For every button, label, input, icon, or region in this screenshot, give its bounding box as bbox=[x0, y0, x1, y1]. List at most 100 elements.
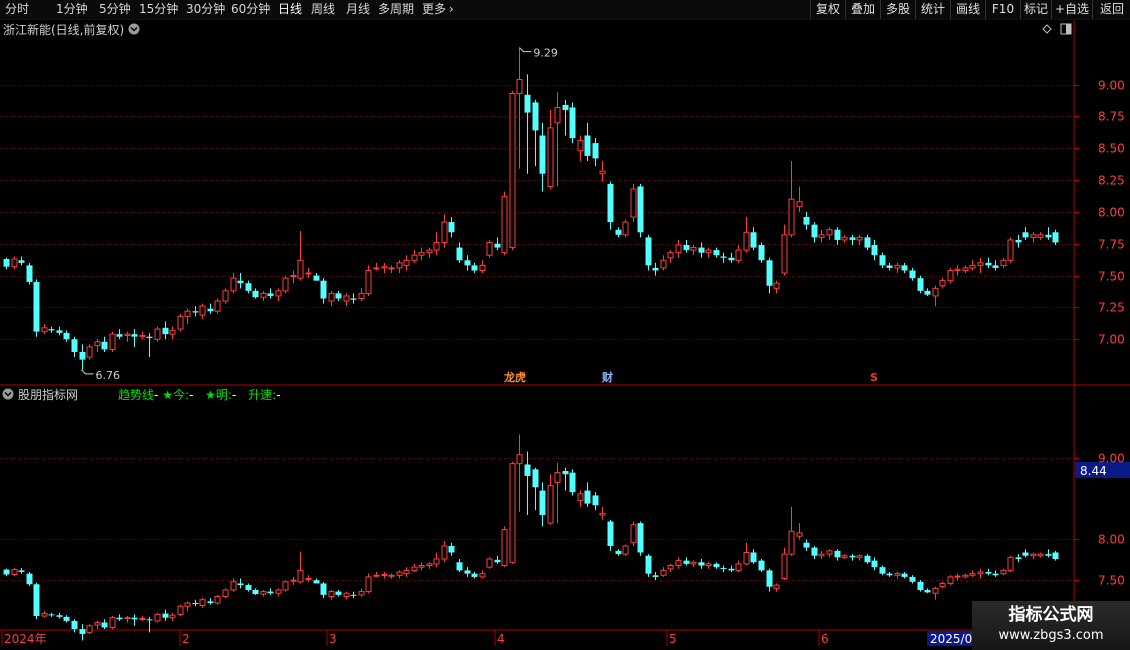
candle-body bbox=[63, 616, 70, 621]
indicator-candle bbox=[667, 563, 674, 573]
candle-body bbox=[456, 562, 463, 571]
main-candle bbox=[773, 280, 780, 294]
candle-body bbox=[630, 188, 637, 218]
f10-button[interactable]: F10 bbox=[985, 0, 1020, 19]
period-tab-60min[interactable]: 60分钟 bbox=[231, 0, 270, 19]
candle-body bbox=[841, 555, 848, 558]
main-candle bbox=[486, 239, 493, 258]
main-candle bbox=[720, 252, 727, 263]
main-candle bbox=[969, 260, 976, 271]
indicator-candle bbox=[177, 604, 184, 617]
candle-body bbox=[373, 267, 380, 270]
indicator-candle bbox=[856, 554, 863, 561]
indicator-candle bbox=[373, 572, 380, 577]
candle-body bbox=[33, 584, 40, 617]
candle-body bbox=[841, 236, 848, 241]
candle-body bbox=[894, 264, 901, 269]
add-watchlist-button[interactable]: +自选 bbox=[1051, 0, 1092, 19]
event-marker-2[interactable]: S bbox=[870, 371, 878, 384]
period-tab-15min[interactable]: 15分钟 bbox=[139, 0, 178, 19]
indicator-candle bbox=[811, 545, 818, 559]
candle-body bbox=[237, 280, 244, 284]
main-candle bbox=[607, 181, 614, 230]
indicator-candle bbox=[750, 549, 757, 564]
main-candle bbox=[675, 239, 682, 258]
main-candle bbox=[396, 260, 403, 274]
back-button[interactable]: 返回 bbox=[1092, 0, 1130, 19]
period-tab-1min[interactable]: 1分钟 bbox=[56, 0, 88, 19]
period-tab-more[interactable]: 更多 bbox=[422, 0, 446, 19]
candle-body bbox=[381, 266, 388, 269]
main-candle bbox=[350, 293, 357, 304]
candle-body bbox=[592, 495, 599, 506]
overlay-button[interactable]: 叠加 bbox=[845, 0, 880, 19]
candle-body bbox=[252, 589, 259, 595]
indicator-candle bbox=[33, 582, 40, 620]
main-candle bbox=[1037, 232, 1044, 240]
period-tab-5min[interactable]: 5分钟 bbox=[99, 0, 131, 19]
candle-body bbox=[917, 581, 924, 590]
indicator-candle bbox=[871, 557, 878, 571]
candle-body bbox=[199, 305, 206, 316]
period-tab-multi[interactable]: 多周期 bbox=[378, 0, 414, 19]
event-marker-1[interactable]: 财 bbox=[601, 370, 613, 384]
candle-body bbox=[766, 260, 773, 286]
indicator-dropdown-icon[interactable] bbox=[2, 388, 14, 400]
candle-body bbox=[735, 563, 742, 571]
candle-body bbox=[501, 196, 508, 254]
candle-body bbox=[720, 256, 727, 258]
multi-stock-button[interactable]: 多股 bbox=[880, 0, 915, 19]
main-candle bbox=[41, 323, 48, 335]
period-tab-daily[interactable]: 日线 bbox=[278, 0, 302, 19]
adjust-button[interactable]: 复权 bbox=[810, 0, 845, 19]
indicator-candle bbox=[56, 612, 63, 619]
candle-body bbox=[494, 559, 501, 563]
title-dropdown-icon[interactable] bbox=[128, 23, 140, 35]
main-candle bbox=[388, 265, 395, 274]
mark-button[interactable]: 标记 bbox=[1020, 0, 1051, 19]
candle-body bbox=[1037, 234, 1044, 238]
indicator-title: 股朋指标网 bbox=[18, 387, 78, 402]
indicator-candle bbox=[554, 462, 561, 524]
main-candle bbox=[894, 262, 901, 274]
period-tab-weekly[interactable]: 周线 bbox=[311, 0, 335, 19]
main-candle bbox=[403, 255, 410, 271]
indicator-candle bbox=[162, 609, 169, 621]
stats-button[interactable]: 统计 bbox=[915, 0, 950, 19]
main-candle bbox=[365, 265, 372, 296]
candle-body bbox=[818, 553, 825, 557]
time-label-2: 3 bbox=[329, 632, 337, 646]
candle-body bbox=[1052, 552, 1059, 559]
event-marker-0[interactable]: 龙虎 bbox=[503, 370, 526, 384]
candle-body bbox=[562, 104, 569, 111]
main-candle bbox=[1007, 237, 1014, 263]
indicator-candle bbox=[886, 572, 893, 577]
time-label-1: 2 bbox=[182, 632, 190, 646]
period-tab-monthly[interactable]: 月线 bbox=[346, 0, 370, 19]
high-price-label: 9.29 bbox=[533, 47, 558, 60]
main-candle bbox=[146, 332, 153, 358]
more-chevron-icon[interactable]: › bbox=[449, 0, 454, 19]
indicator-candle bbox=[139, 616, 146, 621]
period-tab-timeshare[interactable]: 分时 bbox=[5, 0, 29, 19]
period-tab-30min[interactable]: 30分钟 bbox=[186, 0, 225, 19]
candle-body bbox=[116, 334, 123, 337]
candle-body bbox=[124, 617, 131, 620]
indicator-candle bbox=[622, 544, 629, 556]
candle-body bbox=[758, 245, 765, 261]
draw-button[interactable]: 画线 bbox=[950, 0, 985, 19]
candle-body bbox=[18, 260, 25, 263]
main-candle bbox=[471, 262, 478, 274]
chart-area[interactable]: 浙江新能(日线,前复权) 股朋指标网 趋势线- ★今:- ★明:- 升速:- 8… bbox=[0, 20, 1130, 650]
candle-body bbox=[365, 576, 372, 593]
diamond-icon[interactable] bbox=[1042, 24, 1052, 34]
candle-body bbox=[569, 472, 576, 493]
candle-body bbox=[388, 267, 395, 270]
indicator-candle bbox=[894, 572, 901, 579]
indicator-candle bbox=[260, 589, 267, 597]
panel-toggle-icon[interactable] bbox=[1060, 23, 1072, 35]
candle-body bbox=[282, 581, 289, 591]
main-candle bbox=[577, 135, 584, 161]
main-candle bbox=[901, 262, 908, 274]
main-candle bbox=[652, 262, 659, 276]
